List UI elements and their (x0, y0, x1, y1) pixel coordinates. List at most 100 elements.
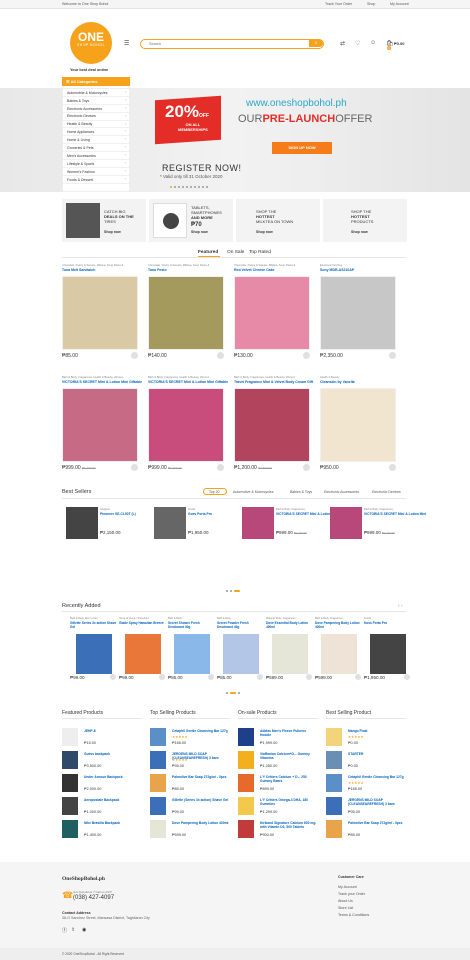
column-item-name[interactable]: Adidas Men's Fleece Pullover Hoodie (260, 729, 318, 737)
add-to-cart-icon[interactable] (217, 464, 224, 471)
track-order-link[interactable]: Track Your Order (325, 2, 352, 6)
bestseller-item[interactable]: Foods Goes Porta Pro ₱1,950.00 (154, 507, 238, 541)
column-item-name[interactable]: Cetaphil Gentle Cleansing Bar 127g (172, 729, 230, 733)
column-item-name[interactable]: Palmolive Bar Soap 272g/mi - 3pcs (172, 775, 230, 779)
category-item[interactable]: Lifestyle & Sports (63, 160, 129, 168)
column-item-image[interactable] (326, 728, 342, 746)
column-item-image[interactable] (238, 797, 254, 815)
column-item[interactable]: JERGENS MILD SOAP (CLEANSE&REFRESH) 3 ba… (326, 796, 406, 818)
add-to-cart-icon[interactable] (217, 352, 224, 359)
product-name[interactable]: Cleanskin by Vanella (320, 380, 400, 384)
add-to-cart-icon[interactable] (110, 674, 116, 680)
column-item-name[interactable]: Cetaphil Gentle Cleansing Bar 127g (348, 775, 406, 779)
product-image[interactable] (148, 388, 224, 462)
promo-tires[interactable]: CATCH BIG DEALS ON THE TIRES Shop now (62, 199, 146, 242)
recent-item[interactable]: Bath & Body Secret Powder Fresh Deodorant… (217, 617, 265, 685)
product-card[interactable]: Bath & Body, Fragrances, Health & Beauty… (234, 376, 314, 492)
column-item-image[interactable] (62, 728, 78, 746)
category-item[interactable]: Home Appliances (63, 128, 129, 137)
add-to-cart-icon[interactable] (131, 352, 138, 359)
promo-tablets[interactable]: TABLETS, SMARTPHONES AND MORE ₱70 Shop now (149, 199, 233, 242)
care-link[interactable]: My Account (338, 885, 357, 889)
recent-arrows-icon[interactable]: ‹ › (398, 603, 403, 609)
product-card[interactable]: Chocolate, Pastry & Sweets, Milktea, Sou… (62, 264, 142, 380)
bestseller-image[interactable] (330, 507, 362, 539)
add-to-cart-icon[interactable] (257, 674, 263, 680)
column-item[interactable]: STARTER ₱0.00 (326, 750, 406, 772)
care-link[interactable]: Store List (338, 906, 353, 910)
column-item[interactable]: Palmolive Bar Soap 272g/mi - 3pcs ₱85.00 (326, 819, 406, 841)
product-image[interactable] (62, 388, 138, 462)
product-name[interactable]: Sony MDR-AS210AP (320, 268, 400, 272)
recent-item[interactable]: Foods Koss Porta Pro ₱1,950.00 (364, 617, 412, 685)
column-item[interactable]: Adidas Men's Fleece Pullover Hoodie ₱1,99… (238, 727, 318, 749)
column-item[interactable]: L'Y Critters Omega-3 DHA, 180 Gummies ₱1,… (238, 796, 318, 818)
column-item-image[interactable] (238, 820, 254, 838)
promo-shop-now[interactable]: Shop now (191, 230, 208, 234)
recent-image[interactable] (125, 634, 161, 674)
column-item[interactable]: Guess backpack ₱3,500.00 (62, 750, 142, 772)
column-item-name[interactable]: Guess backpack (84, 752, 142, 756)
product-card[interactable]: Bath & Body, Fragrances, Health & Beauty… (148, 376, 228, 492)
column-item-name[interactable]: ViaRanian Calcium+D... Gummy Vitamins (260, 752, 318, 760)
care-link[interactable]: Terms & Conditions (338, 913, 369, 917)
bestseller-item[interactable]: Bath & Body, Fragrances, VICTORIA'S SECRE… (242, 507, 338, 541)
carousel-dots[interactable] (170, 184, 210, 189)
bestseller-name[interactable]: VICTORIA'S SECRET Mini & Lotion Mini (276, 512, 338, 516)
column-item[interactable]: ViaRanian Calcium+D... Gummy Vitamins ₱1,… (238, 750, 318, 772)
category-item[interactable]: Electronic Accessories (63, 105, 129, 113)
signup-button[interactable]: SIGN UP NOW (272, 142, 332, 154)
tab-top-rated[interactable]: Top Rated (249, 250, 271, 255)
column-item[interactable]: Nike Brasilia Backpack ₱1,400.00 (62, 819, 142, 841)
column-item[interactable]: Under Armour Backpack ₱2,000.00 (62, 773, 142, 795)
column-item[interactable]: Gillette (Series 3x action) Shave Gel ₱99… (150, 796, 230, 818)
recent-name[interactable]: Koss Porta Pro (364, 621, 412, 625)
column-item-image[interactable] (150, 728, 166, 746)
product-card[interactable]: Electronic Devices Sony MDR-AS210AP ₱2,350… (320, 264, 400, 380)
column-item[interactable]: L'Y Critters Calcium + D... 250 Gummy Be… (238, 773, 318, 795)
column-item[interactable]: Dove Pampering Body Lotion 400ml ₱599.00 (150, 819, 230, 841)
bestseller-name[interactable]: Pinoneer SE-CL50T (L) (100, 512, 136, 516)
column-item-image[interactable] (150, 751, 166, 769)
column-item-name[interactable]: Palmolive Bar Soap 272g/mi - 3pcs (348, 821, 406, 825)
column-item-image[interactable] (150, 797, 166, 815)
recent-item[interactable]: Bath & Body, Men's Care Gillette Series 3… (70, 617, 118, 685)
column-item-name[interactable]: L'Y Critters Calcium + D... 250 Gummy Be… (260, 775, 318, 783)
category-item[interactable]: Health & Beauty (63, 121, 129, 129)
column-item-image[interactable] (62, 797, 78, 815)
recent-name[interactable]: Glade Spray Hawaiian Breeze (119, 621, 167, 625)
column-item-name[interactable]: Aeropostale Backpack (84, 798, 142, 802)
search-icon[interactable]: ⌕ (309, 40, 323, 47)
add-to-cart-icon[interactable] (404, 674, 410, 680)
product-card[interactable]: Chocolate, Pastry & Sweets, Milktea, Sou… (234, 264, 314, 380)
social-facebook-icon[interactable]: ⓕ (62, 927, 67, 934)
column-item-name[interactable]: JERGENS MILD SOAP (CLEANSE&REFRESH) 3 ba… (348, 798, 406, 806)
recent-item[interactable]: Bath & Body Secret Shower Fresh Deodorant… (168, 617, 216, 685)
promo-milktea[interactable]: SHOP THE HOTTEST MILKTEA ON TOWN Shop now (236, 199, 320, 242)
column-item-image[interactable] (62, 751, 78, 769)
add-to-cart-icon[interactable] (306, 674, 312, 680)
add-to-cart-icon[interactable] (131, 464, 138, 471)
promo-shop-now[interactable]: Shop now (351, 230, 368, 234)
care-link[interactable]: Track your Order (338, 892, 365, 896)
column-item-name[interactable]: Gillette (Series 3x action) Shave Gel (172, 798, 230, 802)
column-item-image[interactable] (326, 774, 342, 792)
compare-icon[interactable]: ⇄ (340, 40, 345, 47)
product-name[interactable]: Red Velvet Cheese Cake (234, 268, 314, 272)
recent-item[interactable]: Makeup Tools, Fragrances, Dove Essential … (266, 617, 314, 685)
column-item[interactable]: Palmolive Bar Soap 272g/mi - 3pcs ₱85.00 (150, 773, 230, 795)
search-input[interactable] (149, 40, 299, 47)
bestseller-name[interactable]: Goes Porta Pro (188, 512, 212, 516)
column-item-name[interactable]: Under Armour Backpack (84, 775, 142, 779)
column-item-image[interactable] (62, 820, 78, 838)
product-name[interactable]: Travel Fragrance Mini & Velvet Body Crea… (234, 380, 314, 384)
bestseller-image[interactable] (66, 507, 98, 539)
column-item-image[interactable] (326, 797, 342, 815)
user-icon[interactable]: ☺ (370, 40, 376, 46)
tab-featured[interactable]: Featured (198, 250, 218, 255)
column-item-name[interactable]: Mango Float (348, 729, 406, 733)
category-item[interactable]: Women's Fashion (63, 168, 129, 176)
product-name[interactable]: Tuna Pesto (148, 268, 228, 272)
recent-item[interactable]: Home & Living, Household Glade Spray Hawa… (119, 617, 167, 685)
product-image[interactable] (148, 276, 224, 350)
